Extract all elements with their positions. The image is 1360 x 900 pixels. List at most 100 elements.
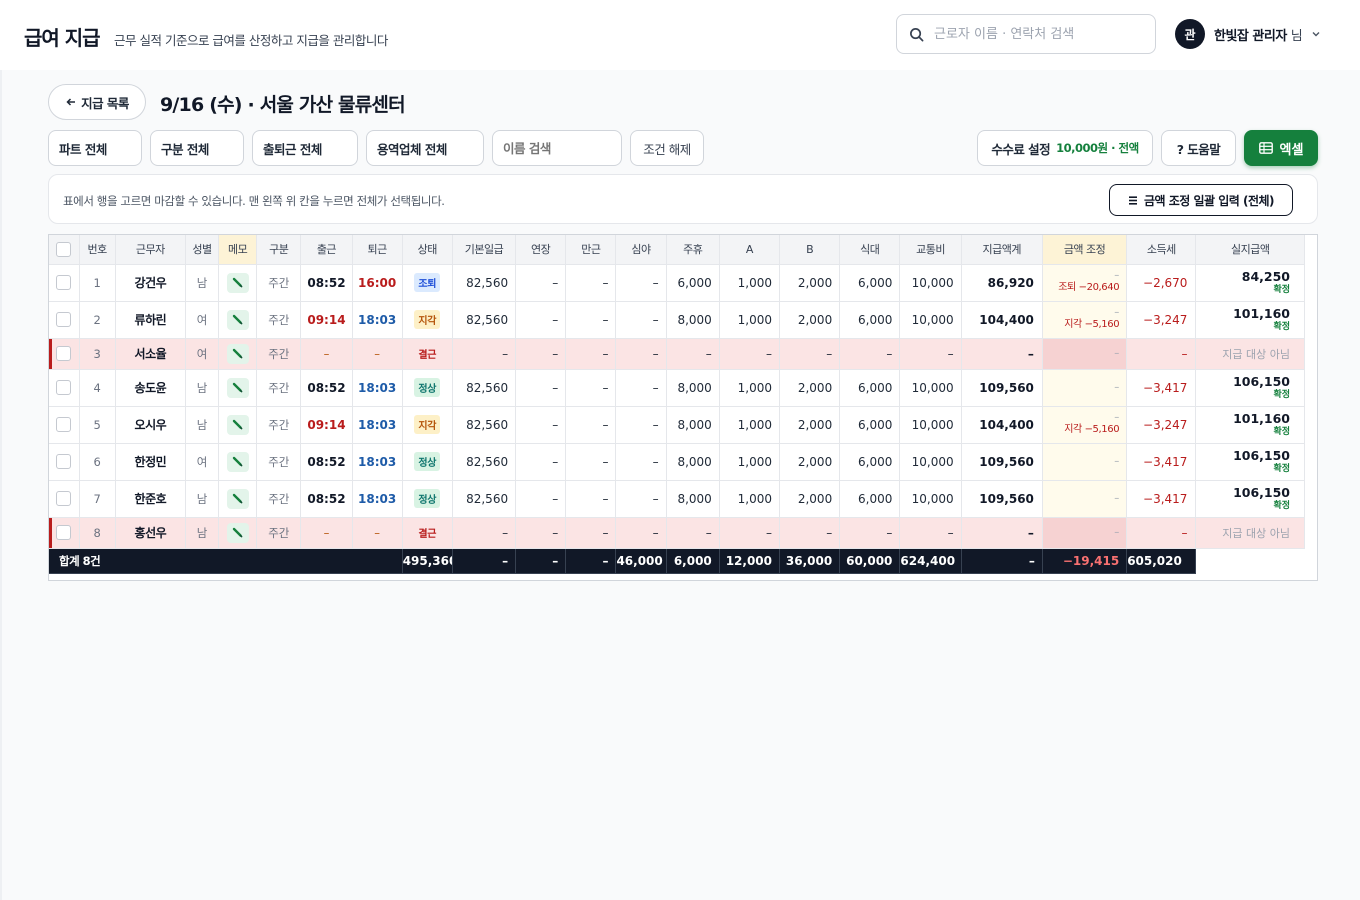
row-select-cell[interactable]	[49, 264, 80, 302]
back-to-list-button[interactable]: 지급 목록	[48, 84, 146, 120]
memo-cell[interactable]	[218, 480, 258, 518]
adjustment-cell[interactable]: – 지각 −5,160	[1042, 406, 1128, 444]
adjustment-cell[interactable]: – 조퇴 −20,640	[1042, 264, 1128, 302]
worker-name[interactable]: 홍선우	[115, 517, 186, 549]
adjustment-cell[interactable]: –	[1042, 517, 1128, 549]
income-tax: −3,417	[1126, 443, 1197, 481]
row-select-cell[interactable]	[49, 443, 80, 481]
footer-a: 6,000	[666, 548, 720, 574]
filter-division[interactable]: 구분 전체	[150, 130, 244, 166]
net-pay-status: 확정	[1273, 463, 1290, 474]
row-checkbox[interactable]	[56, 380, 72, 395]
worker-name[interactable]: 한정민	[115, 443, 186, 481]
row-checkbox[interactable]	[56, 417, 72, 432]
net-pay-value: 101,160	[1233, 305, 1290, 321]
worker-name[interactable]: 강건우	[115, 264, 186, 302]
table-row[interactable]: 4 송도윤 남 주간 08:52 18:03 정상 82,560– – –8,000 1,000 2,…	[49, 369, 1305, 407]
worker-name[interactable]: 서소율	[115, 338, 186, 370]
status-cell: 지각	[402, 301, 453, 339]
adjustment-cell[interactable]: –	[1042, 338, 1128, 370]
row-checkbox[interactable]	[56, 275, 72, 290]
adjustment-cell[interactable]: – 지각 −5,160	[1042, 301, 1128, 339]
name-search-input[interactable]	[492, 130, 622, 166]
adjustment-dash: –	[1114, 307, 1120, 318]
fee-settings-button[interactable]: 수수료 설정 10,000원 · 전액	[977, 130, 1153, 166]
excel-button[interactable]: 엑셀	[1244, 130, 1318, 166]
table-row[interactable]: 7 한준호 남 주간 08:52 18:03 정상 82,560– – –8,000 1,000 2,…	[49, 480, 1305, 518]
row-checkbox[interactable]	[56, 454, 72, 469]
pencil-icon[interactable]	[226, 451, 249, 472]
reset-filters-button[interactable]: 조건 해제	[630, 130, 704, 166]
row-select-cell[interactable]	[49, 369, 80, 407]
filter-agency[interactable]: 용역업체 전체	[366, 130, 484, 166]
table-row[interactable]: 2 류하린 여 주간 09:14 18:03 지각 82,560– – –8,000 1,000 2,…	[49, 301, 1305, 339]
clock-out: 18:03	[352, 406, 403, 444]
pencil-icon[interactable]	[226, 272, 249, 293]
amount-b: 2,000	[779, 301, 841, 339]
table-row[interactable]: 5 오시우 남 주간 09:14 18:03 지각 82,560– – –8,000 1,000 2,…	[49, 406, 1305, 444]
col-header: 구분	[256, 235, 302, 265]
col-header: 교통비	[899, 235, 962, 265]
amount-night: –	[615, 301, 667, 339]
pencil-icon[interactable]	[226, 309, 249, 330]
filter-attendance[interactable]: 출퇴근 전체	[252, 130, 358, 166]
pencil-icon[interactable]	[226, 488, 249, 509]
row-select-cell[interactable]	[49, 480, 80, 518]
row-checkbox[interactable]	[56, 525, 72, 540]
memo-cell[interactable]	[218, 517, 258, 549]
col-header: 메모	[218, 235, 258, 265]
memo-cell[interactable]	[218, 338, 258, 370]
worker-name[interactable]: 류하린	[115, 301, 186, 339]
net-pay-none: 지급 대상 아님	[1222, 526, 1290, 540]
net-pay-value: 84,250	[1241, 268, 1290, 284]
status-badge: 지각	[414, 310, 441, 329]
row-select-cell[interactable]	[49, 301, 80, 339]
memo-cell[interactable]	[218, 406, 258, 444]
memo-cell[interactable]	[218, 264, 258, 302]
adjustment-cell[interactable]: –	[1042, 443, 1128, 481]
memo-cell[interactable]	[218, 443, 258, 481]
adjustment-cell[interactable]: –	[1042, 480, 1128, 518]
select-all-checkbox[interactable]	[56, 241, 72, 257]
footer-base: 495,360	[402, 548, 453, 574]
row-select-cell[interactable]	[49, 406, 80, 444]
pencil-icon[interactable]	[226, 522, 249, 543]
arrow-left-icon	[66, 98, 76, 106]
adjustment-cell[interactable]: –	[1042, 369, 1128, 407]
row-select-cell[interactable]	[49, 517, 80, 549]
user-menu[interactable]: 관 한빛잡 관리자 님	[1175, 19, 1321, 49]
row-checkbox[interactable]	[56, 346, 72, 361]
pencil-icon[interactable]	[226, 343, 249, 364]
table-row[interactable]: 3 서소율 여 주간 – – 결근 – – – – – – – – – – – – 지급 대상 아님	[49, 338, 1305, 370]
filter-part[interactable]: 파트 전체	[48, 130, 142, 166]
row-checkbox[interactable]	[56, 312, 72, 327]
row-number: 2	[79, 301, 116, 339]
table-row[interactable]: 8 홍선우 남 주간 – – 결근 – – – – – – – – – – – – 지급 대상 아님	[49, 517, 1305, 549]
memo-cell[interactable]	[218, 369, 258, 407]
clock-in: 09:14	[300, 301, 353, 339]
pencil-icon[interactable]	[226, 414, 249, 435]
worker-name[interactable]: 한준호	[115, 480, 186, 518]
adjustment-dash: –	[1114, 526, 1120, 538]
table-row[interactable]: 6 한정민 여 주간 08:52 18:03 정상 82,560– – –8,000 1,000 2,…	[49, 443, 1305, 481]
amount-ot: –	[515, 443, 567, 481]
memo-cell[interactable]	[218, 301, 258, 339]
table-row[interactable]: 1 강건우 남 주간 08:52 16:00 조퇴 82,560– – –6,000 1,000 2,…	[49, 264, 1305, 302]
pencil-icon[interactable]	[226, 377, 249, 398]
adjustment-dash: –	[1114, 347, 1120, 359]
net-pay-status: 확정	[1273, 284, 1290, 295]
search-box[interactable]	[896, 14, 1156, 54]
row-checkbox[interactable]	[56, 491, 72, 506]
worker-name[interactable]: 오시우	[115, 406, 186, 444]
bulk-adjust-button[interactable]: 금액 조정 일괄 입력 (전체)	[1109, 184, 1293, 216]
hint-panel: 표에서 행을 고르면 마감할 수 있습니다. 맨 왼쪽 위 칸을 누르면 전체가…	[48, 174, 1318, 224]
amount-night: –	[615, 369, 667, 407]
back-to-list-label: 지급 목록	[81, 95, 129, 111]
help-button[interactable]: ? 도움말	[1161, 130, 1236, 166]
worker-name[interactable]: 송도윤	[115, 369, 186, 407]
select-all-cell[interactable]	[49, 235, 80, 265]
row-select-cell[interactable]	[49, 338, 80, 370]
amount-a: 1,000	[719, 480, 781, 518]
chevron-down-icon[interactable]	[1311, 29, 1321, 39]
search-input[interactable]	[934, 26, 1134, 42]
